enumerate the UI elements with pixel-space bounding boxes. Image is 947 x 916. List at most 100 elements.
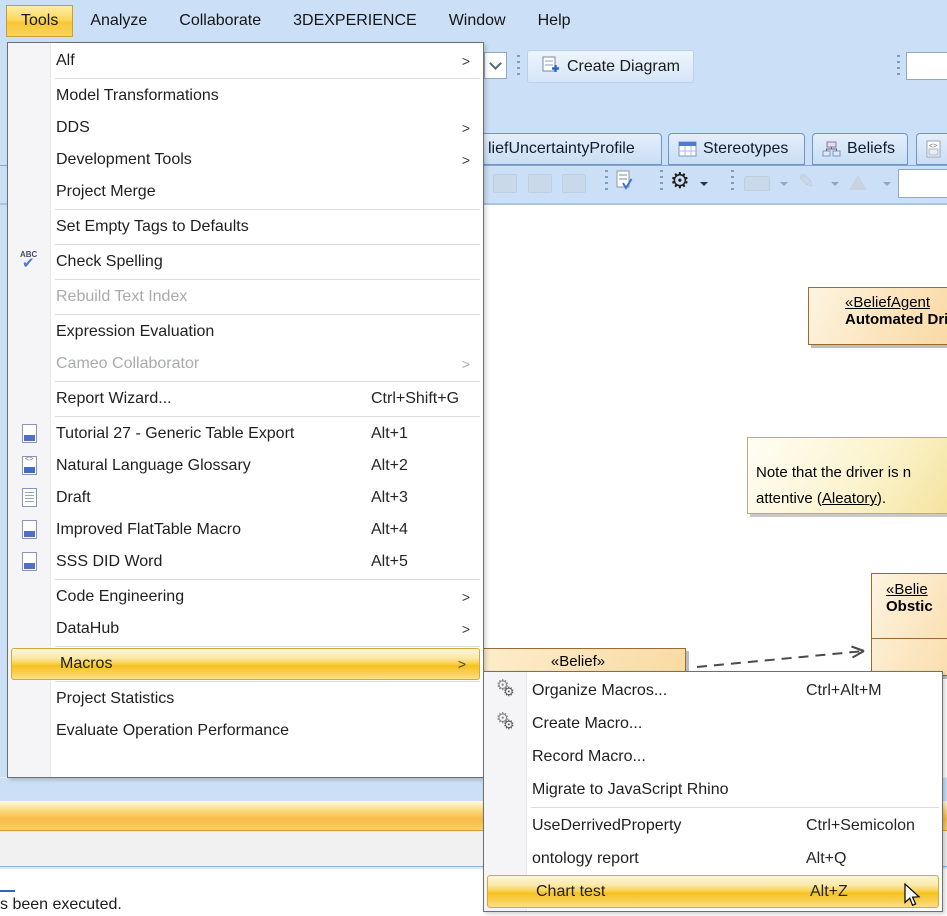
menu-item-cameo-collaborator[interactable]: Cameo Collaborator > xyxy=(8,348,483,380)
submenu-arrow-icon: > xyxy=(461,356,470,372)
create-diagram-button[interactable]: Create Diagram xyxy=(527,50,694,83)
dropdown-caret[interactable] xyxy=(831,182,839,186)
menu-separator xyxy=(55,209,480,210)
menubar-item-analyze[interactable]: Analyze xyxy=(75,5,162,37)
menu-item-shortcut: Alt+5 xyxy=(371,553,408,570)
toolbar-drag-handle[interactable] xyxy=(660,170,663,194)
menu-item-set-empty-tags-to-defaults[interactable]: Set Empty Tags to Defaults xyxy=(8,211,483,243)
toolbar-drag-handle[interactable] xyxy=(731,170,734,194)
submenu-arrow-icon: > xyxy=(461,120,470,136)
belief-right-box[interactable]: «Belie Obstic xyxy=(871,573,947,676)
menu-item-record-macro[interactable]: Record Macro... xyxy=(484,740,942,773)
submenu-arrow-icon: > xyxy=(461,53,470,69)
menu-item-rebuild-text-index[interactable]: Rebuild Text Index xyxy=(8,281,483,313)
menu-item-datahub[interactable]: DataHub > xyxy=(8,613,483,645)
tab-beliefs[interactable]: Beliefs xyxy=(812,133,908,165)
macros-submenu-popup: ⚙ ⚙ Organize Macros... Ctrl+Alt+M ⚙ ⚙ Create M… xyxy=(483,671,943,912)
note-line1: Note that the driver is n xyxy=(756,464,912,481)
menu-item-icon-cell xyxy=(8,456,54,476)
menu-item-organize-macros[interactable]: ⚙ ⚙ Organize Macros... Ctrl+Alt+M xyxy=(484,674,942,707)
menu-item-project-statistics[interactable]: Project Statistics xyxy=(8,683,483,715)
gear-dropdown-caret[interactable] xyxy=(700,182,708,186)
menu-separator xyxy=(55,314,480,315)
screen-tool-icon[interactable] xyxy=(562,174,586,193)
menu-item-ontology-report[interactable]: ontology report Alt+Q xyxy=(484,842,942,875)
grid-tool-icon[interactable] xyxy=(493,174,517,193)
menu-item-report-wizard[interactable]: Report Wizard... Ctrl+Shift+G xyxy=(8,383,483,415)
notification-text: s been executed. xyxy=(0,896,122,913)
toolbar-drag-handle[interactable] xyxy=(605,170,608,194)
dropdown-caret[interactable] xyxy=(883,182,891,186)
menu-item-label: DDS xyxy=(56,119,90,136)
menu-item-label: SSS DID Word xyxy=(56,553,163,570)
menu-item-draft[interactable]: Draft Alt+3 xyxy=(8,482,483,514)
menu-item-macros[interactable]: Macros > xyxy=(11,648,480,680)
menu-item-alf[interactable]: Alf > xyxy=(8,45,483,77)
menu-item-check-spelling[interactable]: ABC ✔ Check Spelling xyxy=(8,246,483,278)
menu-item-code-engineering[interactable]: Code Engineering > xyxy=(8,581,483,613)
tab-label: liefUncertaintyProfile xyxy=(488,140,635,157)
menu-item-label: Macros xyxy=(60,655,113,672)
menu-item-icon-cell: ABC ✔ xyxy=(8,250,54,272)
tab-partial[interactable]: <> xyxy=(916,133,947,165)
toolbar-drag-handle[interactable] xyxy=(517,55,520,78)
menubar-item-collaborate[interactable]: Collaborate xyxy=(164,5,276,37)
application-window: Tools Analyze Collaborate 3DEXPERIENCE Windo… xyxy=(0,0,947,916)
create-diagram-label: Create Diagram xyxy=(567,57,680,75)
aleatory-link[interactable]: Aleatory xyxy=(822,490,877,507)
code-doc-icon: <> xyxy=(926,140,942,158)
create-diagram-icon xyxy=(541,55,560,78)
menu-item-label: UseDerrivedProperty xyxy=(532,816,682,834)
menu-item-tutorial-27-generic-table-export[interactable]: Tutorial 27 - Generic Table Export Alt+1 xyxy=(8,418,483,450)
menu-item-icon-cell: ⚙ ⚙ xyxy=(484,677,530,701)
mouse-cursor xyxy=(902,882,924,914)
menu-item-icon-cell xyxy=(8,552,54,572)
gear-icon[interactable]: ⚙ xyxy=(670,170,690,192)
image-tool-icon[interactable] xyxy=(528,174,552,193)
menu-item-migrate-to-javascript-rhino[interactable]: Migrate to JavaScript Rhino xyxy=(484,773,942,806)
menu-item-project-merge[interactable]: Project Merge xyxy=(8,176,483,208)
combo-dropdown-button[interactable] xyxy=(484,52,507,79)
search-input[interactable] xyxy=(906,52,947,80)
note-box[interactable]: Note that the driver is n attentive (Ale… xyxy=(747,437,947,514)
menu-item-dds[interactable]: DDS > xyxy=(8,112,483,144)
menu-item-label: Check Spelling xyxy=(56,253,163,270)
menu-item-label: Expression Evaluation xyxy=(56,323,215,340)
cone-tool-icon[interactable] xyxy=(849,175,867,190)
tab-liefuncertaintyprofile[interactable]: liefUncertaintyProfile xyxy=(462,133,662,165)
menu-separator xyxy=(55,579,480,580)
toolbar-drag-handle[interactable] xyxy=(897,55,900,78)
menu-item-icon-cell: ⚙ ⚙ xyxy=(484,710,530,734)
tab-stereotypes[interactable]: Stereotypes xyxy=(668,133,805,165)
zoom-combo-input[interactable] xyxy=(898,169,947,198)
menu-item-sss-did-word[interactable]: SSS DID Word Alt+5 xyxy=(8,546,483,578)
menu-item-label: ontology report xyxy=(532,849,639,867)
submenu-arrow-icon: > xyxy=(461,621,470,637)
link-underline-fragment[interactable] xyxy=(0,890,15,892)
menubar-item-3dexperience[interactable]: 3DEXPERIENCE xyxy=(278,5,432,37)
menubar-item-help[interactable]: Help xyxy=(523,5,586,37)
menu-item-development-tools[interactable]: Development Tools > xyxy=(8,144,483,176)
menu-item-expression-evaluation[interactable]: Expression Evaluation xyxy=(8,316,483,348)
belief-left-stereotype: «Belief» xyxy=(550,653,606,670)
menu-item-evaluate-operation-performance[interactable]: Evaluate Operation Performance xyxy=(8,715,483,747)
menubar-item-window[interactable]: Window xyxy=(434,5,521,37)
menu-item-improved-flattable-macro[interactable]: Improved FlatTable Macro Alt+4 xyxy=(8,514,483,546)
menu-item-shortcut: Alt+4 xyxy=(371,521,408,538)
menu-item-chart-test[interactable]: Chart test Alt+Z xyxy=(487,875,939,908)
menubar-item-tools[interactable]: Tools xyxy=(6,5,74,37)
window-left-edge xyxy=(0,42,7,802)
menu-item-usederrivedproperty[interactable]: UseDerrivedProperty Ctrl+Semicolon xyxy=(484,809,942,842)
menu-item-model-transformations[interactable]: Model Transformations xyxy=(8,80,483,112)
menu-item-shortcut: Alt+3 xyxy=(371,489,408,506)
belief-agent-box[interactable]: «BeliefAgent Automated Dri xyxy=(808,287,947,345)
chevron-down-icon xyxy=(489,57,502,70)
menu-item-natural-language-glossary[interactable]: Natural Language Glossary Alt+2 xyxy=(8,450,483,482)
dropdown-caret[interactable] xyxy=(780,182,788,186)
menu-item-create-macro[interactable]: ⚙ ⚙ Create Macro... xyxy=(484,707,942,740)
menu-item-label: DataHub xyxy=(56,620,120,637)
stamp-tool-icon[interactable] xyxy=(744,176,770,191)
validation-doc-icon[interactable] xyxy=(615,170,633,197)
pencil-tool-icon[interactable]: ✎ xyxy=(798,172,815,192)
menu-item-label: Alf xyxy=(56,52,75,69)
